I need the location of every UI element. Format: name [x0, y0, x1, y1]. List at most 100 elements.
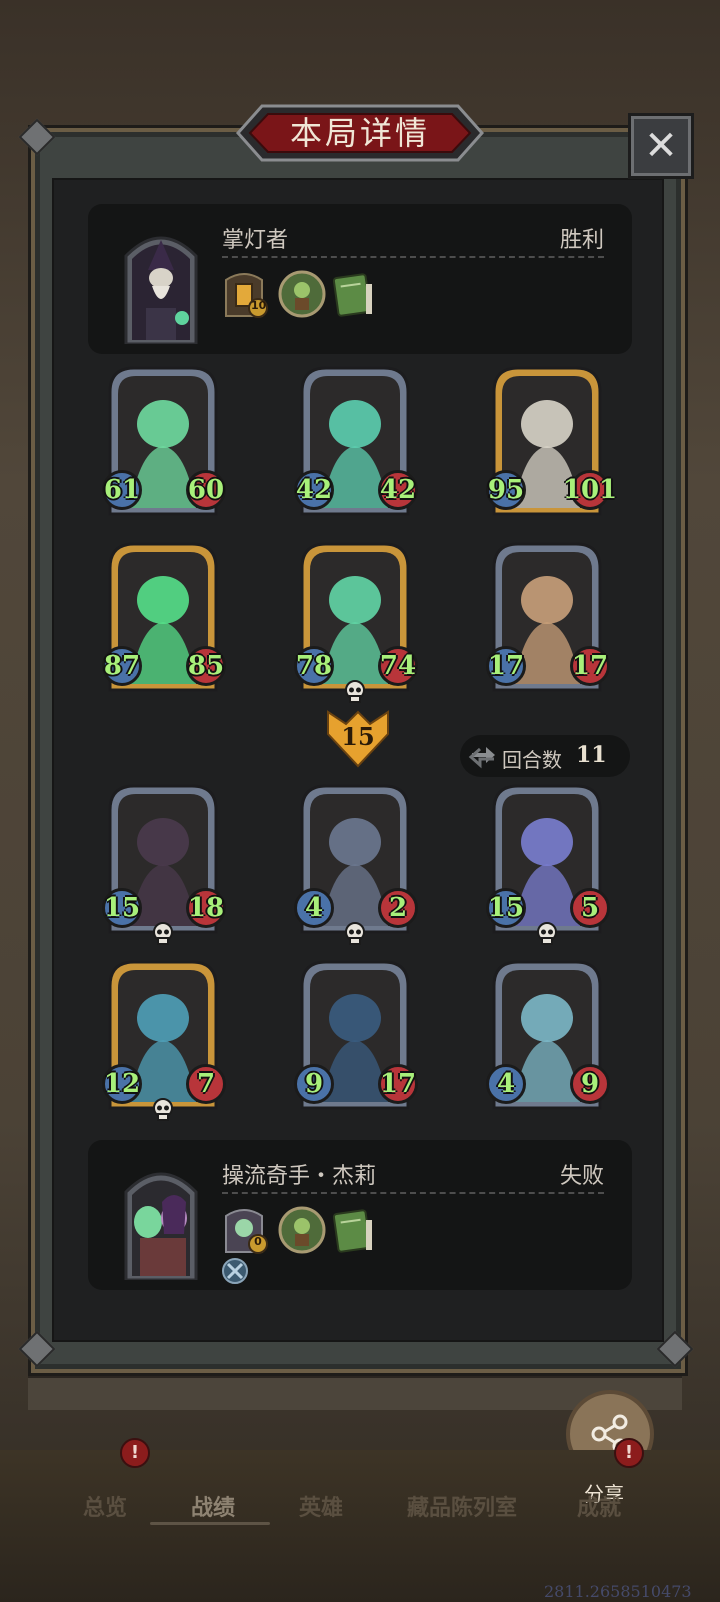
minion-card-ghost-cat[interactable]: 61 60: [100, 362, 226, 522]
tab-battle-record[interactable]: 战绩: [188, 1490, 238, 1522]
crossed-swords-icon: [222, 1258, 248, 1284]
coordinate-readout: 2811.2658510473: [544, 1582, 692, 1601]
close-icon: ✕: [644, 123, 678, 169]
attack-badge: 15: [486, 888, 526, 928]
health-badge: 85: [186, 646, 226, 686]
swap-icon: [468, 747, 495, 769]
attack-badge-value: 15: [103, 893, 141, 923]
health-badge: 5: [570, 888, 610, 928]
hero-power-jerry[interactable]: 0: [222, 1206, 270, 1254]
achievements-alert-badge: !: [614, 1438, 644, 1468]
companion-item[interactable]: [278, 270, 326, 318]
health-badge-value: 74: [379, 651, 417, 681]
minion-card-ghost-rogue[interactable]: 87 85: [100, 538, 226, 698]
match-result: 胜利: [559, 228, 604, 253]
health-badge: 60: [186, 470, 226, 510]
health-badge-value: 60: [187, 475, 225, 505]
hero-portrait-jerry[interactable]: [118, 1162, 204, 1280]
turn-value: 11: [576, 742, 607, 768]
spellbook-item[interactable]: [330, 1206, 378, 1254]
attack-badge: 17: [486, 646, 526, 686]
skull-icon: [343, 922, 367, 946]
health-badge: 101: [563, 470, 617, 510]
minion-card-hunter-hornblower[interactable]: 17 17: [484, 538, 610, 698]
attack-badge: 42: [294, 470, 334, 510]
minion-card-azure-dragon[interactable]: 15 5: [484, 780, 610, 945]
goblin-companion-icon: [278, 1206, 326, 1254]
book-icon: [332, 1209, 372, 1253]
attack-badge: 78: [294, 646, 334, 686]
attack-badge-value: 42: [295, 475, 333, 505]
tab-heroes[interactable]: 英雄: [296, 1490, 346, 1522]
minion-card-dragon-tamer[interactable]: 12 7: [100, 956, 226, 1121]
health-badge-value: 17: [379, 1069, 417, 1099]
attack-badge: 4: [294, 888, 334, 928]
minion-card-sea-dragon[interactable]: 9 17: [292, 956, 418, 1116]
skull-icon: [343, 680, 367, 704]
divider: [222, 1192, 604, 1194]
health-badge-value: 85: [187, 651, 225, 681]
attack-badge-value: 95: [487, 475, 525, 505]
health-badge: 42: [378, 470, 418, 510]
damage-indicator: 15: [326, 710, 390, 768]
goblin-companion-icon: [278, 270, 326, 318]
overview-alert-badge: !: [120, 1438, 150, 1468]
close-button[interactable]: ✕: [628, 113, 694, 179]
attack-badge-value: 87: [103, 651, 141, 681]
minion-card-ghost-brute[interactable]: 78 74: [292, 538, 418, 703]
health-badge-value: 18: [187, 893, 225, 923]
spellbook-item[interactable]: [330, 270, 378, 318]
attack-badge-value: 61: [103, 475, 141, 505]
health-badge-value: 42: [379, 475, 417, 505]
hero-portrait-lantern-keeper[interactable]: [118, 226, 204, 344]
health-badge: 74: [378, 646, 418, 686]
tab-achievements[interactable]: 成就: [574, 1490, 624, 1522]
skull-icon: [151, 922, 175, 946]
health-badge-value: 17: [571, 651, 609, 681]
hero-level: 0: [254, 1235, 262, 1248]
hero-power-lantern[interactable]: 10: [222, 270, 270, 318]
bottom-tab-bar: [0, 1450, 720, 1602]
health-badge-value: 9: [580, 1069, 600, 1099]
active-tab-underline: [150, 1522, 270, 1525]
attack-badge: 61: [102, 470, 142, 510]
health-badge-value: 101: [562, 475, 618, 505]
health-badge: 9: [570, 1064, 610, 1104]
minion-card-bone-dragon[interactable]: 42: [292, 780, 418, 945]
book-icon: [332, 273, 372, 317]
attack-badge-value: 78: [295, 651, 333, 681]
minion-card-reaper-skeleton[interactable]: 95 101: [484, 362, 617, 522]
skull-icon: [151, 1098, 175, 1122]
attack-badge-value: 4: [304, 893, 324, 923]
health-badge-value: 2: [388, 893, 408, 923]
player-name: 掌灯者: [222, 228, 289, 253]
status-effect[interactable]: [222, 1258, 248, 1284]
health-badge: 7: [186, 1064, 226, 1104]
attack-badge: 9: [294, 1064, 334, 1104]
health-badge: 2: [378, 888, 418, 928]
player-name: 操流奇手・杰莉: [222, 1164, 377, 1189]
health-badge: 18: [186, 888, 226, 928]
attack-badge-value: 9: [304, 1069, 324, 1099]
title-banner: 本局详情: [226, 102, 494, 164]
minion-card-ice-dragon[interactable]: 49: [484, 956, 610, 1116]
minion-card-shadow-dragon[interactable]: 15 18: [100, 780, 226, 945]
player-panel-bottom: 操流奇手・杰莉 失败 0: [88, 1140, 632, 1290]
tab-overview[interactable]: 总览: [80, 1490, 130, 1522]
hero-level: 10: [251, 299, 267, 312]
attack-badge-value: 4: [496, 1069, 516, 1099]
attack-badge: 87: [102, 646, 142, 686]
attack-badge-value: 15: [487, 893, 525, 923]
companion-item[interactable]: [278, 1206, 326, 1254]
page-title: 本局详情: [289, 114, 430, 152]
tab-collection-gallery[interactable]: 藏品陈列室: [400, 1490, 524, 1522]
attack-badge: 4: [486, 1064, 526, 1104]
attack-badge: 12: [102, 1064, 142, 1104]
skull-icon: [535, 922, 559, 946]
attack-badge-value: 17: [487, 651, 525, 681]
attack-badge: 95: [486, 470, 526, 510]
health-badge: 17: [570, 646, 610, 686]
damage-value: 15: [341, 722, 375, 751]
minion-card-spectral-spirit[interactable]: 42 42: [292, 362, 418, 522]
turn-label: 回合数: [502, 748, 562, 772]
